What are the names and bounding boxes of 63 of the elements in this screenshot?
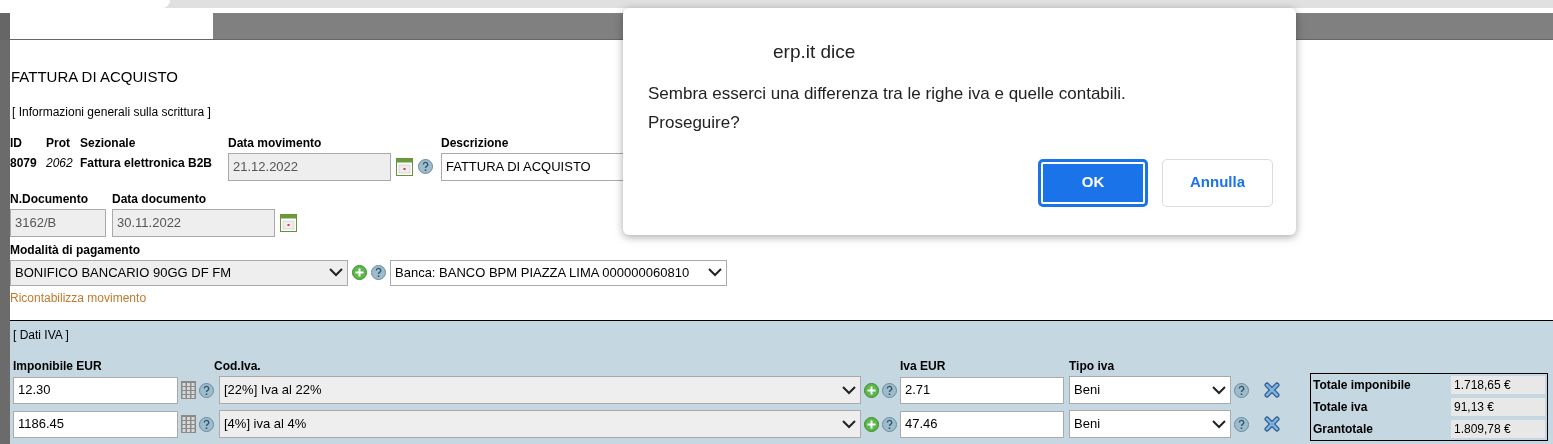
chevron-down-icon (708, 268, 722, 277)
section-title: [ Dati IVA ] (13, 327, 70, 344)
dialog-button[interactable]: Annulla (1162, 158, 1273, 207)
field-label: Data documento (112, 190, 207, 208)
column-header: Tipo iva (1069, 358, 1115, 375)
payment-select[interactable]: BONIFICO BANCARIO 90GG DF FM (10, 259, 348, 286)
total-label: Totale iva (1313, 399, 1369, 416)
sezionale-value: Fattura elettronica B2B (80, 154, 214, 172)
dialog-title: erp.it dice (773, 40, 857, 64)
vat-type-select[interactable]: Beni (1069, 376, 1231, 404)
dialog-button[interactable]: OK (1038, 158, 1148, 207)
chevron-down-icon (329, 268, 343, 277)
bank-select[interactable]: Banca: BANCO BPM PIAZZA LIMA 000000060810 (390, 259, 727, 286)
dialog-message: Sembra esserci una differenza tra le righe iva e quelle contabili. (648, 82, 1127, 105)
total-label: Grantotale (1313, 421, 1374, 438)
field-label: N.Documento (10, 190, 89, 208)
total-value: 91,13 € (1451, 398, 1545, 416)
help-icon[interactable] (1234, 416, 1249, 432)
calculator-icon[interactable] (181, 381, 196, 399)
total-value: 1.809,78 € (1451, 420, 1545, 438)
delete-icon[interactable] (1264, 382, 1280, 398)
field-label: ID (10, 134, 23, 152)
help-icon[interactable] (882, 416, 897, 432)
section-title: [ Informazioni generali sulla scrittura ] (12, 103, 212, 121)
calendar-icon[interactable] (396, 157, 413, 176)
id-value: 8079 (10, 154, 38, 172)
page-title: FATTURA DI ACQUISTO (11, 67, 179, 87)
field-label: Data movimento (228, 134, 323, 152)
field-label: Modalità di pagamento (10, 241, 141, 259)
vat-amount-field[interactable]: 2.71 (900, 376, 1064, 404)
help-icon[interactable] (371, 265, 386, 280)
chevron-down-icon (842, 385, 856, 395)
amount-field[interactable]: 1186.45 (13, 410, 178, 438)
add-icon[interactable] (864, 382, 879, 398)
total-value: 1.718,65 € (1451, 376, 1545, 394)
vat-code-select[interactable]: [22%] Iva al 22% (219, 376, 861, 404)
help-icon[interactable] (1234, 382, 1249, 398)
chevron-down-icon (842, 419, 856, 429)
chevron-down-icon (1212, 419, 1226, 429)
field-label: Sezionale (80, 134, 137, 152)
field-label: Descrizione (441, 134, 510, 152)
chevron-down-icon (1212, 385, 1226, 395)
calculator-icon[interactable] (181, 415, 196, 433)
column-header: Iva EUR (900, 358, 947, 375)
column-header: Cod.Iva. (214, 358, 262, 375)
dialog-question: Proseguire? (648, 111, 741, 134)
help-icon[interactable] (418, 159, 433, 174)
help-icon[interactable] (882, 382, 897, 398)
column-header: Imponibile EUR (13, 358, 103, 375)
field-label: Prot (46, 134, 71, 152)
prot-value: 2062 (46, 154, 74, 172)
vat-type-select[interactable]: Beni (1069, 410, 1231, 438)
help-icon[interactable] (199, 382, 214, 398)
total-label: Totale imponibile (1313, 377, 1412, 394)
amount-field[interactable]: 12.30 (13, 376, 178, 404)
add-icon[interactable] (864, 416, 879, 432)
vat-amount-field[interactable]: 47.46 (900, 410, 1064, 438)
delete-icon[interactable] (1264, 416, 1280, 432)
calendar-icon[interactable] (280, 213, 297, 232)
vat-code-select[interactable]: [4%] iva al 4% (219, 410, 861, 438)
add-icon[interactable] (352, 265, 367, 280)
recalculate-link[interactable]: Ricontabilizza movimento (10, 288, 147, 307)
help-icon[interactable] (199, 416, 214, 432)
